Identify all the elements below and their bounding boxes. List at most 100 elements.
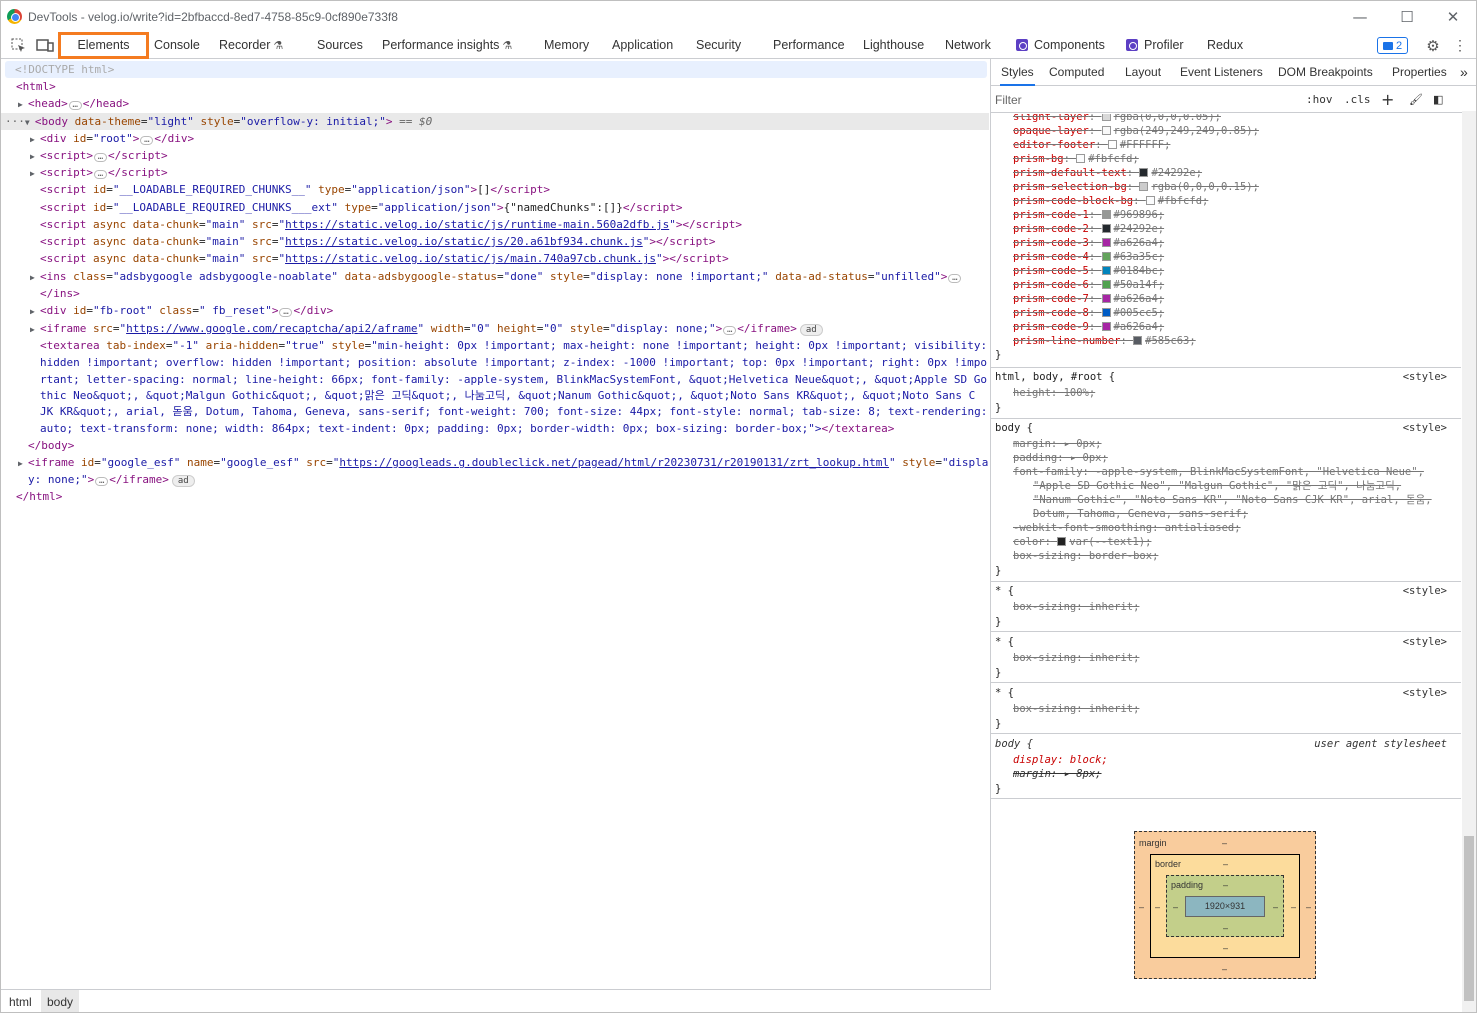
dom-node-script-lrc-ext[interactable]: <script id="__LOADABLE_REQUIRED_CHUNKS__…	[1, 199, 989, 216]
tab-components[interactable]: Components	[1016, 32, 1105, 59]
css-declaration[interactable]: box-sizing: inherit;	[1013, 652, 1139, 664]
tab-lighthouse[interactable]: Lighthouse	[863, 32, 924, 59]
tab-performance[interactable]: Performance	[773, 32, 845, 59]
more-options-icon[interactable]: ⋮	[1453, 37, 1467, 54]
css-declaration-row[interactable]: box-sizing: inherit;	[991, 600, 1461, 614]
expand-arrow-icon[interactable]: ▶	[30, 303, 40, 320]
padding-bottom-value[interactable]: –	[1223, 923, 1228, 933]
css-declaration-row[interactable]: margin: ▸ 8px;	[991, 767, 1461, 781]
padding-right-value[interactable]: –	[1273, 902, 1278, 912]
minimize-button[interactable]: —	[1337, 1, 1383, 32]
css-variable-declaration[interactable]: prism-code-1: #969896;	[991, 208, 1461, 222]
padding-left-value[interactable]: –	[1173, 902, 1178, 912]
color-swatch[interactable]	[1076, 154, 1086, 163]
css-declaration-row[interactable]: box-sizing: inherit;	[991, 702, 1461, 716]
css-variable-declaration[interactable]: prism-bg: #fbfcfd;	[991, 152, 1461, 166]
tab-application[interactable]: Application	[612, 32, 673, 59]
css-declaration[interactable]: font-family: -apple-system, BlinkMacSyst…	[1013, 466, 1424, 478]
toggle-sidebar-icon[interactable]: ◧	[1433, 86, 1443, 113]
ad-badge[interactable]: ad	[171, 475, 195, 487]
css-declaration[interactable]: box-sizing: inherit;	[1013, 703, 1139, 715]
device-toolbar-icon[interactable]	[35, 37, 55, 54]
settings-gear-icon[interactable]: ⚙	[1424, 37, 1442, 55]
expand-arrow-icon[interactable]: ▶	[30, 269, 40, 286]
collapsed-ellipsis-icon[interactable]: …	[95, 477, 109, 486]
rule-selector[interactable]: * {	[995, 687, 1014, 699]
tab-console[interactable]: Console	[154, 32, 200, 59]
css-variable-declaration[interactable]: prism-code-6: #50a14f;	[991, 278, 1461, 292]
color-swatch[interactable]	[1107, 140, 1117, 149]
tab-dom-breakpoints[interactable]: DOM Breakpoints	[1278, 59, 1373, 86]
tab-performance-insights[interactable]: Performance insights ⚗	[382, 32, 512, 59]
border-top-value[interactable]: –	[1223, 859, 1228, 869]
css-declaration[interactable]: margin: ▸ 8px;	[1013, 768, 1102, 780]
collapse-arrow-icon[interactable]: ▼	[25, 114, 35, 131]
dom-node-fb-root[interactable]: ▶ <div id="fb-root" class=" fb_reset">… </…	[1, 302, 989, 319]
css-declaration[interactable]: display: block;	[1013, 754, 1108, 766]
css-declaration[interactable]: height: 100%;	[1013, 387, 1095, 399]
css-declaration-row[interactable]: box-sizing: border-box;	[991, 549, 1461, 563]
rule-source-link[interactable]: <style>	[1403, 686, 1447, 700]
tab-layout[interactable]: Layout	[1125, 59, 1161, 86]
color-swatch[interactable]	[1101, 322, 1111, 331]
dom-node-iframe-esf[interactable]: ▶ <iframe id="google_esf" name="google_es…	[1, 454, 989, 471]
css-variable-declaration[interactable]: prism-code-4: #63a35c;	[991, 250, 1461, 264]
css-declaration[interactable]: -webkit-font-smoothing: antialiased;	[1013, 522, 1241, 534]
css-variable-declaration[interactable]: opaque-layer: rgba(249,249,249,0.85);	[991, 124, 1461, 138]
collapsed-ellipsis-icon[interactable]: …	[279, 308, 293, 317]
more-tabs-chevron-icon[interactable]: »	[1460, 59, 1468, 86]
margin-top-value[interactable]: –	[1222, 838, 1227, 848]
ad-badge[interactable]: ad	[799, 324, 823, 336]
css-variable-declaration[interactable]: slight-layer: rgba(0,0,0,0.05);	[991, 114, 1461, 124]
css-variable-declaration[interactable]: prism-code-8: #005cc5;	[991, 306, 1461, 320]
expand-arrow-icon[interactable]: ▶	[30, 165, 40, 182]
iframe-src-link[interactable]: https://googleads.g.doubleclick.net/page…	[339, 456, 889, 469]
color-swatch[interactable]	[1101, 266, 1111, 275]
dom-node-ins[interactable]: ▶ <ins class="adsbygoogle adsbygoogle-noa…	[1, 268, 989, 285]
css-variable-declaration[interactable]: prism-code-7: #a626a4;	[991, 292, 1461, 306]
tab-security[interactable]: Security	[696, 32, 741, 59]
dom-node-doctype[interactable]: <!DOCTYPE html>	[5, 61, 987, 78]
styles-filter-input[interactable]	[995, 90, 1293, 109]
expand-arrow-icon[interactable]: ▶	[30, 321, 40, 338]
css-declaration[interactable]: margin: ▸ 0px;	[1013, 438, 1102, 450]
collapsed-ellipsis-icon[interactable]: …	[723, 326, 737, 335]
dom-node-script[interactable]: ▶ <script>… </script>	[1, 164, 989, 181]
margin-bottom-value[interactable]: –	[1222, 964, 1227, 974]
css-declaration-row[interactable]: box-sizing: inherit;	[991, 651, 1461, 665]
collapsed-ellipsis-icon[interactable]: …	[93, 153, 107, 162]
issues-badge[interactable]: 2	[1377, 37, 1408, 54]
css-declaration[interactable]: box-sizing: border-box;	[1013, 550, 1158, 562]
color-swatch[interactable]	[1101, 238, 1111, 247]
box-model-border[interactable]: border – – – – padding – – – – 1920×931	[1150, 854, 1300, 958]
expand-arrow-icon[interactable]: ▶	[30, 148, 40, 165]
css-declaration-row[interactable]: height: 100%;	[991, 386, 1461, 400]
color-swatch[interactable]	[1145, 196, 1155, 205]
hover-state-toggle[interactable]: :hov	[1306, 86, 1333, 113]
color-swatch[interactable]	[1101, 252, 1111, 261]
new-style-rule-icon[interactable]: +	[1381, 86, 1394, 113]
tab-recorder[interactable]: Recorder ⚗	[219, 32, 283, 59]
styles-scrollbar[interactable]	[1462, 111, 1476, 1012]
css-declaration[interactable]: padding: ▸ 0px;	[1013, 452, 1108, 464]
box-model-margin[interactable]: margin – – – – border – – – – padding – …	[1134, 831, 1316, 979]
box-model-padding[interactable]: padding – – – – 1920×931	[1166, 875, 1284, 937]
dom-node-body-selected[interactable]: ···▼ <body data-theme="light" style="over…	[1, 113, 989, 130]
color-swatch[interactable]	[1101, 224, 1111, 233]
rule-source-link[interactable]: <style>	[1403, 635, 1447, 649]
color-swatch[interactable]	[1057, 537, 1067, 546]
dom-node-script-async[interactable]: <script async data-chunk="main" src="htt…	[1, 233, 989, 250]
css-variable-declaration[interactable]: editor-footer: #FFFFFF;	[991, 138, 1461, 152]
color-swatch[interactable]	[1101, 294, 1111, 303]
dom-node-script[interactable]: ▶ <script>… </script>	[1, 147, 989, 164]
tab-computed[interactable]: Computed	[1049, 59, 1104, 86]
css-declaration-row[interactable]: color: var(--text1);	[991, 535, 1461, 549]
color-swatch[interactable]	[1101, 114, 1111, 121]
css-variable-declaration[interactable]: prism-default-text: #24292e;	[991, 166, 1461, 180]
css-declaration[interactable]: "Nanum Gothic", "Noto Sans KR", "Noto Sa…	[1033, 494, 1432, 506]
css-variable-declaration[interactable]: prism-selection-bg: rgba(0,0,0,0.15);	[991, 180, 1461, 194]
script-src-link[interactable]: https://static.velog.io/static/js/runtim…	[285, 218, 669, 231]
rule-source-link[interactable]: <style>	[1403, 421, 1447, 435]
styles-scrollbar-thumb[interactable]	[1464, 836, 1474, 1001]
css-variable-declaration[interactable]: prism-code-block-bg: #fbfcfd;	[991, 194, 1461, 208]
